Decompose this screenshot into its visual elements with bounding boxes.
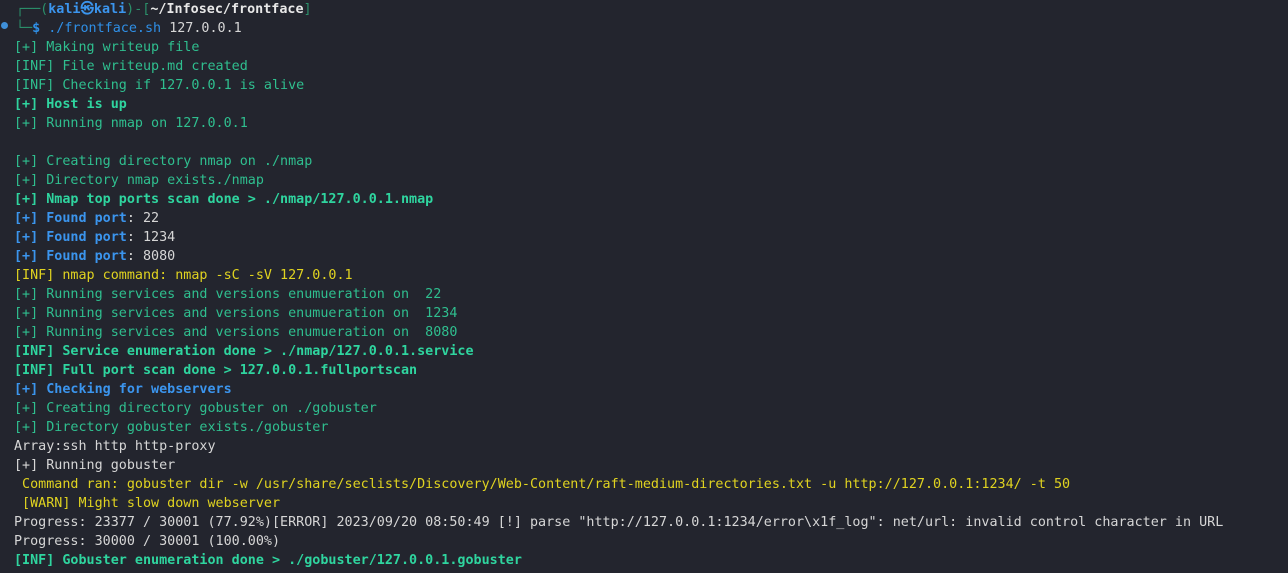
- output-line: [+] Checking for webservers: [14, 382, 232, 397]
- output-line: [+] Running services and versions enumue…: [14, 325, 458, 340]
- prompt-marker-dot: [1, 22, 8, 29]
- prompt-frame-mid: )-[: [126, 2, 151, 17]
- prompt-command-line[interactable]: └─$ ./frontface.sh 127.0.0.1: [14, 19, 1288, 38]
- output-line: [+] Host is up: [14, 97, 127, 112]
- output-line: [+] Nmap top ports scan done > ./nmap/12…: [14, 192, 434, 207]
- prompt-dollar: $: [32, 21, 41, 36]
- found-port-value: : 8080: [126, 249, 176, 264]
- output-line: [+] Creating directory nmap on ./nmap: [14, 154, 313, 169]
- output-line: [INF] Service enumeration done > ./nmap/…: [14, 344, 474, 359]
- output-line: Progress: 23377 / 30001 (77.92%)[ERROR] …: [14, 515, 1224, 530]
- found-port-value: : 22: [126, 211, 160, 226]
- command-argument: 127.0.0.1: [169, 21, 242, 36]
- output-line: [+] Directory gobuster exists./gobuster: [14, 420, 329, 435]
- output-line: [+] Running gobuster: [14, 458, 176, 473]
- found-port-line: [+] Found port: 1234: [14, 228, 1288, 247]
- found-port-label: [+] Found port: [14, 211, 127, 226]
- found-port-label: [+] Found port: [14, 230, 127, 245]
- found-port-label: [+] Found port: [14, 249, 127, 264]
- output-line: [INF] Full port scan done > 127.0.0.1.fu…: [14, 363, 418, 378]
- prompt-cwd: ~/Infosec/frontface: [150, 2, 304, 17]
- output-line: [+] Directory nmap exists./nmap: [14, 173, 264, 188]
- output-line: [+] Running services and versions enumue…: [14, 306, 458, 321]
- prompt-header: ┌──(kali㉿kali)-[~/Infosec/frontface]: [14, 0, 1288, 19]
- terminal-window[interactable]: ┌──(kali㉿kali)-[~/Infosec/frontface] └─$…: [0, 0, 1288, 573]
- output-line: Array:ssh http http-proxy: [14, 439, 216, 454]
- prompt-user: kali㉿kali: [48, 2, 127, 17]
- output-line: [+] Making writeup file: [14, 40, 200, 55]
- output-line: [+] Creating directory gobuster on ./gob…: [14, 401, 377, 416]
- found-port-line: [+] Found port: 22: [14, 209, 1288, 228]
- prompt-frame-end: ]: [303, 2, 312, 17]
- prompt-frame-left: ┌──(: [16, 2, 49, 17]
- output-line: [INF] Checking if 127.0.0.1 is alive: [14, 78, 305, 93]
- output-line: [INF] File writeup.md created: [14, 59, 248, 74]
- output-line: Command ran: gobuster dir -w /usr/share/…: [14, 477, 1071, 492]
- output-line: [+] Running services and versions enumue…: [14, 287, 442, 302]
- found-port-line: [+] Found port: 8080: [14, 247, 1288, 266]
- prompt-frame-bottom: └─: [16, 21, 33, 36]
- output-line: Progress: 30000 / 30001 (100.00%): [14, 534, 281, 549]
- output-line: [+] Running nmap on 127.0.0.1: [14, 116, 248, 131]
- command-name: ./frontface.sh: [48, 21, 162, 36]
- output-line: [INF] Gobuster enumeration done > ./gobu…: [14, 553, 522, 568]
- output-line: [INF] nmap command: nmap -sC -sV 127.0.0…: [14, 268, 353, 283]
- output-line: [WARN] Might slow down webserver: [14, 496, 281, 511]
- found-port-value: : 1234: [126, 230, 176, 245]
